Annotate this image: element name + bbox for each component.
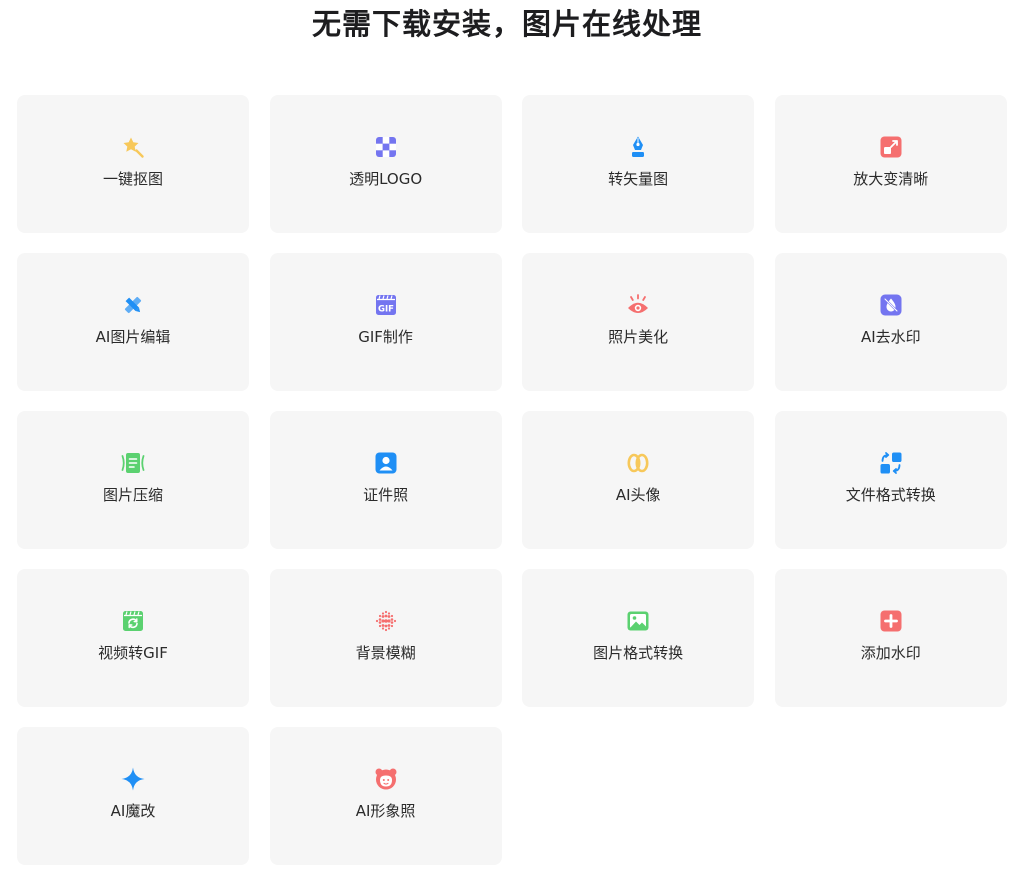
tool-label: GIF制作 [358, 328, 413, 346]
tool-label: AI形象照 [355, 802, 416, 820]
tool-label: 视频转GIF [98, 644, 168, 662]
tool-label: 图片格式转换 [593, 644, 684, 662]
gif-clapper-icon: GIF [374, 293, 398, 317]
sparkle-icon [121, 767, 145, 791]
pencil-ruler-icon [121, 293, 145, 317]
file-convert-icon [879, 451, 903, 475]
page-title: 无需下载安装，图片在线处理 [311, 7, 702, 41]
tool-label: AI魔改 [110, 802, 156, 820]
id-photo-icon [374, 451, 398, 475]
tool-card-ai-remix[interactable]: AI魔改 [17, 727, 249, 865]
tool-card-cutout[interactable]: 一键抠图 [17, 95, 249, 233]
tool-card-ai-edit[interactable]: AI图片编辑 [17, 253, 249, 391]
tool-card-enlarge[interactable]: 放大变清晰 [774, 95, 1007, 233]
tool-card-bg-blur[interactable]: 背景模糊 [269, 569, 502, 707]
tool-card-ai-portrait[interactable]: AI形象照 [269, 727, 502, 865]
tool-label: AI头像 [615, 486, 661, 504]
no-drop-icon [879, 293, 903, 317]
tool-card-file-convert[interactable]: 文件格式转换 [774, 411, 1007, 549]
tool-label: AI去水印 [860, 328, 921, 346]
enlarge-icon [879, 135, 903, 159]
tool-card-beautify[interactable]: 照片美化 [522, 253, 755, 391]
eye-icon [626, 293, 650, 317]
tool-label: 证件照 [363, 486, 409, 504]
tool-card-video-gif[interactable]: 视频转GIF [17, 569, 249, 707]
tool-grid: 一键抠图 透明LOGO 转矢量图 放大变清晰 AI图片编辑 GIF GIF制作 … [17, 95, 1007, 865]
tool-card-compress[interactable]: 图片压缩 [17, 411, 249, 549]
tool-label: 图片压缩 [102, 486, 163, 504]
tool-label: 一键抠图 [102, 170, 163, 188]
compress-icon [121, 451, 145, 475]
tool-card-transparent-logo[interactable]: 透明LOGO [269, 95, 502, 233]
tool-card-id-photo[interactable]: 证件照 [269, 411, 502, 549]
checkerboard-icon [374, 135, 398, 159]
tool-label: 照片美化 [608, 328, 669, 346]
plus-square-icon [879, 609, 903, 633]
tool-card-remove-watermark[interactable]: AI去水印 [774, 253, 1007, 391]
portrait-face-icon [374, 767, 398, 791]
tool-label: 文件格式转换 [845, 486, 936, 504]
tool-label: 背景模糊 [355, 644, 416, 662]
tool-label: 添加水印 [860, 644, 921, 662]
tool-card-ai-avatar[interactable]: AI头像 [522, 411, 755, 549]
video-refresh-icon [121, 609, 145, 633]
tool-label: 放大变清晰 [853, 170, 929, 188]
tool-label: AI图片编辑 [95, 328, 171, 346]
tool-label: 转矢量图 [608, 170, 669, 188]
tool-label: 透明LOGO [349, 170, 423, 188]
svg-text:GIF: GIF [378, 305, 394, 315]
tool-card-add-watermark[interactable]: 添加水印 [774, 569, 1007, 707]
blur-dots-icon [374, 609, 398, 633]
tool-card-vector[interactable]: 转矢量图 [522, 95, 755, 233]
magic-wand-icon [121, 135, 145, 159]
tool-card-gif-maker[interactable]: GIF GIF制作 [269, 253, 502, 391]
image-icon [626, 609, 650, 633]
pen-tool-icon [626, 135, 650, 159]
avatar-rings-icon [626, 451, 650, 475]
tool-card-image-format[interactable]: 图片格式转换 [522, 569, 755, 707]
